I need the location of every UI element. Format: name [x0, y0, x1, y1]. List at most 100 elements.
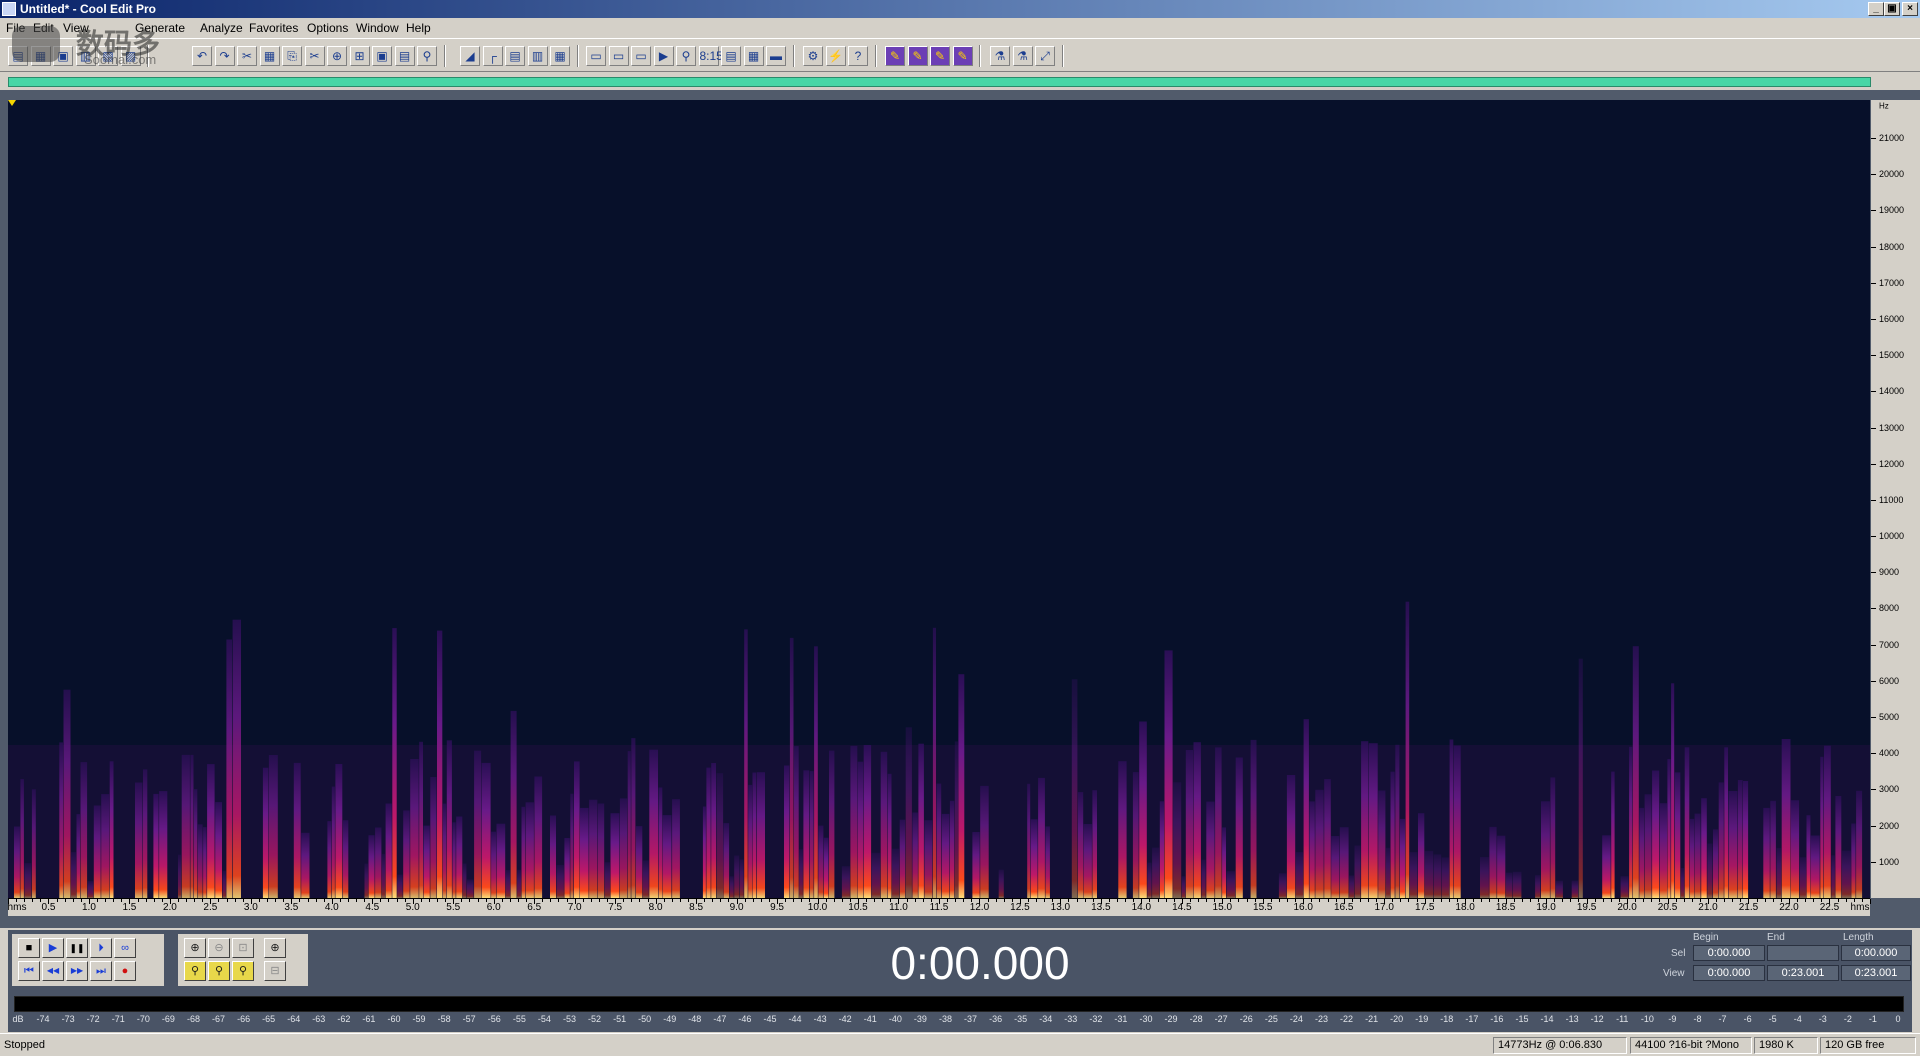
- toolbar-view-button-1[interactable]: ◢: [460, 46, 480, 66]
- toolbar-display-button-3[interactable]: ▭: [631, 46, 651, 66]
- toolbar-display-button-9[interactable]: ▬: [766, 46, 786, 66]
- toolbar-edit-button-1[interactable]: ↶: [192, 46, 212, 66]
- spectrogram-burst: [1851, 823, 1856, 898]
- toolbar-edit-button-3[interactable]: ✂: [237, 46, 257, 66]
- spectrogram-burst: [1541, 801, 1550, 898]
- toolbar-view-button-3[interactable]: ▤: [505, 46, 525, 66]
- spectrogram-burst: [194, 789, 198, 898]
- toolbar-edit-button-11[interactable]: ⚲: [417, 46, 437, 66]
- zoom-in-vertical-button[interactable]: ⊕: [264, 938, 286, 958]
- spectrogram-burst: [1286, 775, 1296, 898]
- toolbar-effect-button-1[interactable]: ✎: [885, 46, 905, 66]
- toolbar-tool-button-3[interactable]: ?: [848, 46, 868, 66]
- go-to-end-button[interactable]: ⏭: [90, 961, 112, 981]
- record-button[interactable]: ●: [114, 961, 136, 981]
- spectrogram-burst: [135, 782, 143, 898]
- toolbar-view-button-4[interactable]: ▥: [527, 46, 548, 66]
- zoom-out-horizontal-button[interactable]: ⊖: [208, 938, 230, 958]
- time-label: 7.5: [608, 902, 623, 913]
- spectrogram-burst: [452, 822, 456, 898]
- toolbar-display-button-1[interactable]: ▭: [586, 46, 606, 66]
- zoom-out-vertical-button[interactable]: ⊟: [264, 961, 286, 981]
- sel-begin-field[interactable]: 0:00.000: [1693, 945, 1765, 961]
- toolbar-edit-button-9[interactable]: ▣: [372, 46, 392, 66]
- time-tick: [995, 899, 997, 902]
- toolbar-display-button-4[interactable]: ▶: [653, 46, 674, 66]
- status-bar: Stopped 14773Hz @ 0:06.830 44100 ?16-bit…: [0, 1033, 1920, 1056]
- spectrogram-burst: [342, 820, 349, 898]
- time-tick: [469, 899, 471, 902]
- freq-label: 7000: [1879, 639, 1900, 650]
- sel-length-field[interactable]: 0:00.000: [1841, 945, 1911, 961]
- menu-favorites[interactable]: Favorites: [249, 21, 298, 35]
- time-label: 4.5: [365, 902, 380, 913]
- loop-button[interactable]: ∞: [114, 938, 136, 958]
- toolbar-filter-button-2[interactable]: ⚗: [1012, 46, 1033, 66]
- toolbar-display-button-8[interactable]: ▦: [743, 46, 764, 66]
- toolbar-edit-button-7[interactable]: ⊕: [327, 46, 347, 66]
- close-button[interactable]: ×: [1902, 2, 1918, 16]
- time-tick: [437, 899, 439, 902]
- toolbar-view-button-5[interactable]: ▦: [550, 46, 570, 66]
- play-button[interactable]: ▶: [42, 938, 64, 958]
- level-meter: dB -74 -73 -72 -71 -70 -69 -68 -67 -66 -65 -64 -63 -6…: [8, 990, 1912, 1032]
- toolbar-display-button-7[interactable]: ▤: [721, 46, 741, 66]
- zoom-in-horizontal-button[interactable]: ⊕: [184, 938, 206, 958]
- go-to-start-button[interactable]: ⏮: [18, 961, 40, 981]
- rewind-button[interactable]: ◀◀: [42, 961, 64, 981]
- zoom-to-right-button[interactable]: ⚲: [208, 961, 230, 981]
- toolbar-tool-button-1[interactable]: ⚙: [803, 46, 823, 66]
- spectrogram-burst: [658, 787, 663, 898]
- menu-analyze[interactable]: Analyze: [200, 21, 243, 35]
- toolbar-edit-button-6[interactable]: ✂: [304, 46, 325, 66]
- spectrogram-burst: [818, 825, 824, 898]
- spectrogram-burst: [521, 806, 526, 898]
- freq-label: 12000: [1879, 458, 1905, 469]
- level-meter-label: -10: [1640, 1014, 1654, 1024]
- time-label: 9.0: [729, 902, 744, 913]
- view-end-field[interactable]: 0:23.001: [1767, 965, 1839, 981]
- toolbar-display-button-6[interactable]: 8:15: [698, 46, 723, 66]
- sel-end-field[interactable]: [1767, 945, 1839, 961]
- toolbar-display-button-2[interactable]: ▭: [608, 46, 629, 66]
- menu-help[interactable]: Help: [406, 21, 431, 35]
- toolbar-effect-button-3[interactable]: ✎: [930, 46, 950, 66]
- fast-forward-button[interactable]: ▶▶: [66, 961, 88, 981]
- level-meter-label: -27: [1214, 1014, 1228, 1024]
- zoom-to-left-button[interactable]: ⚲: [184, 961, 206, 981]
- toolbar-edit-button-4[interactable]: ▦: [259, 46, 280, 66]
- view-begin-field[interactable]: 0:00.000: [1693, 965, 1765, 981]
- menu-options[interactable]: Options: [307, 21, 348, 35]
- spectrogram-burst: [880, 751, 888, 898]
- toolbar-edit-button-8[interactable]: ⊞: [349, 46, 370, 66]
- play-to-end-button[interactable]: ⏵: [90, 938, 112, 958]
- spectrogram-burst: [1361, 741, 1369, 898]
- time-tick: [1117, 899, 1119, 902]
- menu-window[interactable]: Window: [356, 21, 399, 35]
- app-icon[interactable]: [2, 2, 16, 16]
- toolbar-edit-button-10[interactable]: ▤: [394, 46, 415, 66]
- spectrogram-burst: [517, 869, 521, 898]
- time-tick: [518, 899, 519, 902]
- pause-button[interactable]: ❚❚: [66, 938, 88, 958]
- spectral-view[interactable]: [8, 100, 1870, 898]
- time-tick: [679, 899, 681, 902]
- minimize-button[interactable]: _: [1868, 2, 1884, 16]
- overview-bar[interactable]: [8, 77, 1871, 87]
- toolbar-filter-button-3[interactable]: ⤢: [1035, 46, 1055, 66]
- toolbar-edit-button-2[interactable]: ↷: [214, 46, 235, 66]
- toolbar-view-button-2[interactable]: ┌: [482, 46, 503, 66]
- toolbar-effect-button-4[interactable]: ✎: [952, 46, 973, 66]
- toolbar-edit-button-5[interactable]: ⎘: [282, 46, 302, 66]
- view-length-field[interactable]: 0:23.001: [1841, 965, 1911, 981]
- toolbar-filter-button-1[interactable]: ⚗: [990, 46, 1010, 66]
- spectrogram-burst: [799, 849, 803, 898]
- zoom-full-button[interactable]: ⊡: [232, 938, 254, 958]
- restore-button[interactable]: ▣: [1884, 2, 1900, 16]
- stop-button[interactable]: ■: [18, 938, 40, 958]
- spectrogram-burst: [1718, 782, 1724, 898]
- toolbar-display-button-5[interactable]: ⚲: [676, 46, 696, 66]
- zoom-selection-button[interactable]: ⚲: [232, 961, 254, 981]
- toolbar-tool-button-2[interactable]: ⚡: [825, 46, 846, 66]
- toolbar-effect-button-2[interactable]: ✎: [907, 46, 928, 66]
